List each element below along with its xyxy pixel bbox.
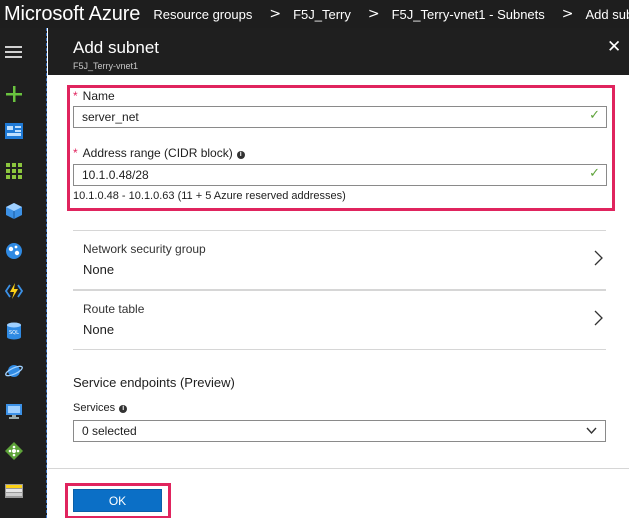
chevron-down-icon — [586, 427, 597, 435]
dashboard-icon[interactable] — [4, 121, 24, 141]
blade-header: Add subnet F5J_Terry-vnet1 ✕ — [48, 28, 629, 75]
nsg-value: None — [83, 262, 115, 277]
load-balancers-icon[interactable] — [4, 441, 24, 461]
info-icon[interactable]: i — [236, 151, 245, 159]
network-security-group-selector[interactable]: Network security group None — [73, 230, 606, 290]
add-subnet-blade: Add subnet F5J_Terry-vnet1 ✕ * Name serve… — [48, 28, 629, 518]
address-range-input[interactable]: 10.1.0.48/28 ✓ — [73, 164, 607, 186]
create-resource-icon[interactable] — [4, 84, 24, 104]
route-table-selector[interactable]: Route table None — [73, 290, 606, 350]
breadcrumb-add-subnet: Add subnet — [585, 6, 629, 22]
address-range-input-value: 10.1.0.48/28 — [82, 168, 149, 182]
footer-divider — [48, 468, 629, 469]
sql-databases-icon[interactable]: SQL — [4, 321, 24, 341]
address-range-label-text: Address range (CIDR block) — [82, 146, 233, 160]
blade-title: Add subnet — [73, 38, 160, 57]
breadcrumb-separator: > — [367, 6, 380, 22]
required-marker: * — [73, 89, 78, 103]
all-services-icon[interactable] — [4, 161, 24, 181]
services-label: Services i — [73, 402, 128, 414]
storage-accounts-icon[interactable] — [4, 481, 24, 501]
menu-icon[interactable] — [5, 46, 22, 58]
route-table-title: Route table — [83, 302, 145, 316]
services-label-text: Services — [73, 402, 116, 414]
info-icon[interactable]: i — [119, 405, 128, 413]
nsg-title: Network security group — [83, 242, 206, 256]
valid-check-icon: ✓ — [589, 108, 600, 123]
left-nav: SQL — [0, 28, 47, 518]
chevron-right-icon — [594, 310, 603, 326]
resource-groups-icon[interactable] — [4, 201, 24, 221]
function-apps-icon[interactable] — [4, 281, 24, 301]
breadcrumb-resource-group[interactable]: F5J_Terry — [293, 7, 351, 22]
valid-check-icon: ✓ — [589, 166, 600, 181]
ok-button[interactable]: OK — [73, 489, 162, 512]
top-bar: Microsoft Azure Resource groups > F5J_Te… — [0, 0, 629, 28]
services-dropdown[interactable]: 0 selected — [73, 420, 606, 442]
app-services-icon[interactable] — [4, 241, 24, 261]
breadcrumb-separator: > — [561, 6, 574, 22]
breadcrumb-separator: > — [269, 6, 282, 22]
name-label-text: Name — [82, 89, 115, 103]
address-range-hint: 10.1.0.48 - 10.1.0.63 (11 + 5 Azure rese… — [73, 190, 346, 202]
service-endpoints-title: Service endpoints (Preview) — [73, 375, 235, 390]
brand-logo[interactable]: Microsoft Azure — [0, 3, 153, 26]
required-marker: * — [73, 146, 78, 160]
breadcrumb-resource-groups[interactable]: Resource groups — [153, 7, 252, 22]
breadcrumb-subnets[interactable]: F5J_Terry-vnet1 - Subnets — [392, 7, 545, 22]
name-label: * Name — [73, 89, 115, 103]
blade-subtitle: F5J_Terry-vnet1 — [73, 61, 139, 71]
close-icon[interactable]: ✕ — [607, 37, 621, 57]
cosmos-db-icon[interactable] — [4, 361, 24, 381]
services-dropdown-value: 0 selected — [82, 424, 137, 438]
address-range-label: * Address range (CIDR block) i — [73, 146, 245, 160]
svg-text:SQL: SQL — [9, 330, 19, 336]
route-table-value: None — [83, 322, 115, 337]
virtual-machines-icon[interactable] — [4, 401, 24, 421]
chevron-right-icon — [594, 250, 603, 266]
name-input[interactable]: server_net ✓ — [73, 106, 607, 128]
name-input-value: server_net — [82, 110, 139, 124]
